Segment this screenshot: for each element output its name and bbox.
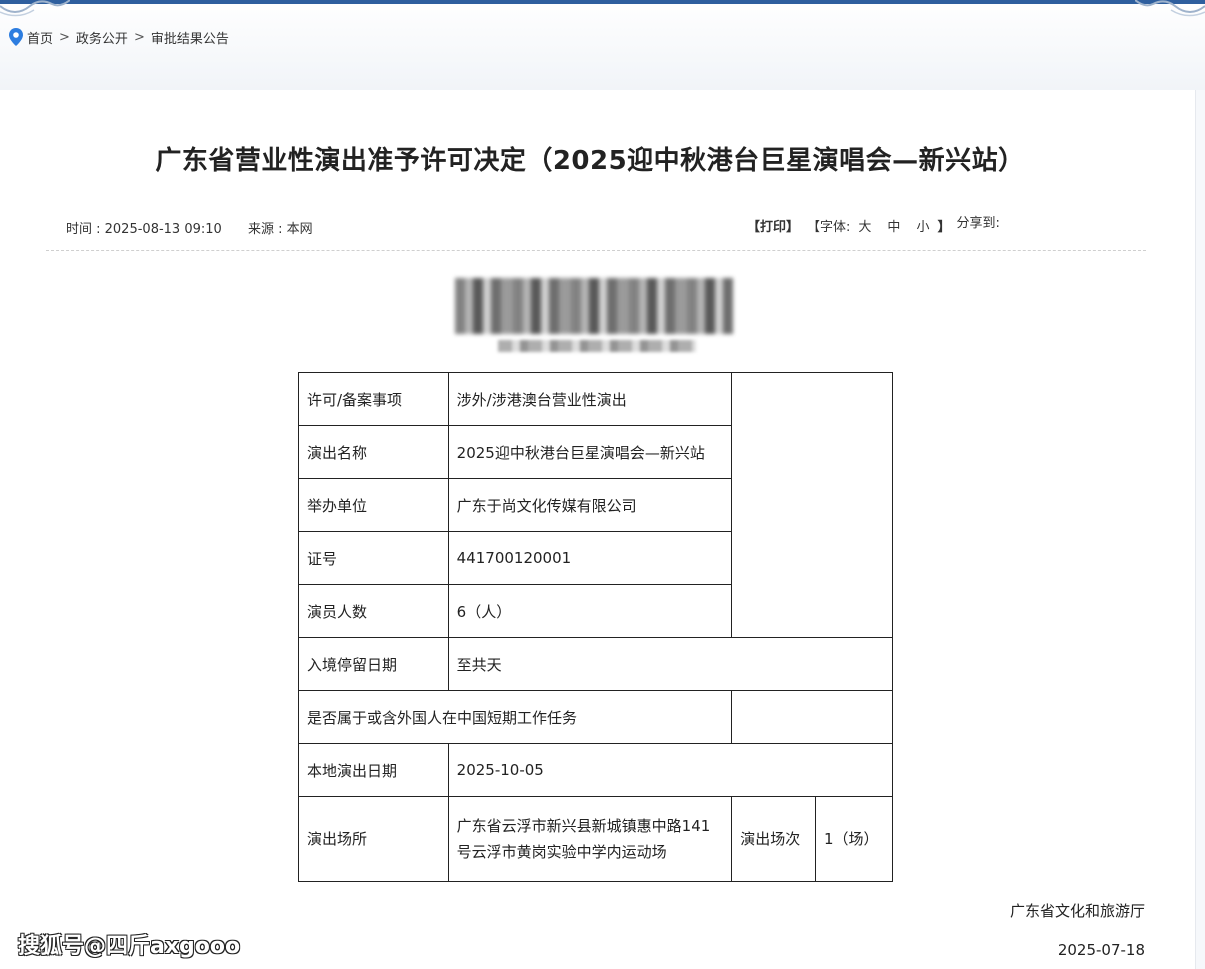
- table-empty-cell: [731, 372, 893, 638]
- print-button[interactable]: 【打印】: [747, 216, 799, 235]
- article-card: 广东省营业性演出准予许可决定（2025迎中秋港台巨星演唱会—新兴站） 时间 : …: [0, 90, 1196, 969]
- table-row: 入境停留日期 至共天: [298, 637, 894, 691]
- table-value: 至共天: [447, 637, 894, 691]
- table-key: 举办单位: [298, 478, 449, 532]
- table-row: 演出场所 广东省云浮市新兴县新城镇惠中路141号云浮市黄岗实验中学内运动场 演出…: [298, 796, 893, 882]
- breadcrumb-home-link[interactable]: 首页: [27, 28, 53, 47]
- permit-info-table: 许可/备案事项 涉外/涉港澳台营业性演出 演出名称 2025迎中秋港台巨星演唱会…: [297, 372, 894, 882]
- divider: [46, 250, 1146, 251]
- issue-date: 2025-07-18: [1057, 941, 1145, 959]
- table-value: 1（场）: [815, 796, 893, 882]
- table-key: 证号: [298, 531, 449, 585]
- share-label: 分享到:: [956, 216, 1000, 231]
- article-source: 来源 : 本网: [247, 222, 313, 237]
- table-key: 演出场次: [731, 796, 817, 882]
- article-tools: 【打印】 【字体: 大 中 小 】 分享到:: [747, 216, 1000, 235]
- cloud-ornament-left-icon: [0, 0, 70, 17]
- table-row: 本地演出日期 2025-10-05: [298, 743, 894, 797]
- table-value: 2025迎中秋港台巨星演唱会—新兴站: [447, 425, 733, 479]
- table-row: 是否属于或含外国人在中国短期工作任务: [297, 690, 893, 744]
- table-value: [731, 690, 893, 744]
- font-large-button[interactable]: 大: [858, 216, 871, 235]
- table-key: 演出场所: [298, 796, 449, 882]
- table-value: 涉外/涉港澳台营业性演出: [447, 372, 733, 426]
- page-title: 广东省营业性演出准予许可决定（2025迎中秋港台巨星演唱会—新兴站）: [155, 146, 1025, 176]
- issuing-organization: 广东省文化和旅游厅: [1009, 902, 1145, 920]
- breadcrumb-separator: >: [59, 29, 70, 45]
- location-pin-icon: [9, 28, 23, 46]
- table-value: 441700120001: [447, 531, 733, 585]
- table-key: 入境停留日期: [298, 637, 449, 691]
- table-key: 许可/备案事项: [298, 372, 449, 426]
- cloud-ornament-right-icon: [1135, 0, 1205, 17]
- table-value: 广东省云浮市新兴县新城镇惠中路141号云浮市黄岗实验中学内运动场: [447, 796, 733, 882]
- font-size-label-end: 】: [937, 220, 951, 235]
- table-value: 2025-10-05: [447, 743, 894, 797]
- breadcrumb-gov-affairs-link[interactable]: 政务公开: [76, 28, 128, 47]
- breadcrumb: 首页 > 政务公开 > 审批结果公告: [9, 28, 229, 47]
- table-key: 本地演出日期: [298, 743, 449, 797]
- table-value: 6（人）: [447, 584, 733, 638]
- breadcrumb-approval-results-link[interactable]: 审批结果公告: [151, 28, 229, 47]
- table-value: 广东于尚文化传媒有限公司: [447, 478, 733, 532]
- redacted-document-number: [498, 340, 696, 352]
- font-size-label: 【字体:: [807, 220, 851, 235]
- table-key: 演员人数: [298, 584, 449, 638]
- redacted-document-heading: [455, 278, 733, 334]
- watermark: 搜狐号@四斤axgooo: [18, 934, 241, 959]
- table-row: 许可/备案事项 涉外/涉港澳台营业性演出: [298, 372, 893, 638]
- table-key: 演出名称: [298, 425, 449, 479]
- publish-time: 时间 : 2025-08-13 09:10: [66, 222, 222, 237]
- font-small-button[interactable]: 小: [916, 216, 929, 235]
- breadcrumb-separator: >: [133, 29, 145, 45]
- article-meta: 时间 : 2025-08-13 09:10 来源 : 本网: [66, 218, 313, 237]
- table-key: 是否属于或含外国人在中国短期工作任务: [297, 690, 733, 744]
- font-medium-button[interactable]: 中: [887, 216, 900, 235]
- header-top-line: [0, 0, 1205, 4]
